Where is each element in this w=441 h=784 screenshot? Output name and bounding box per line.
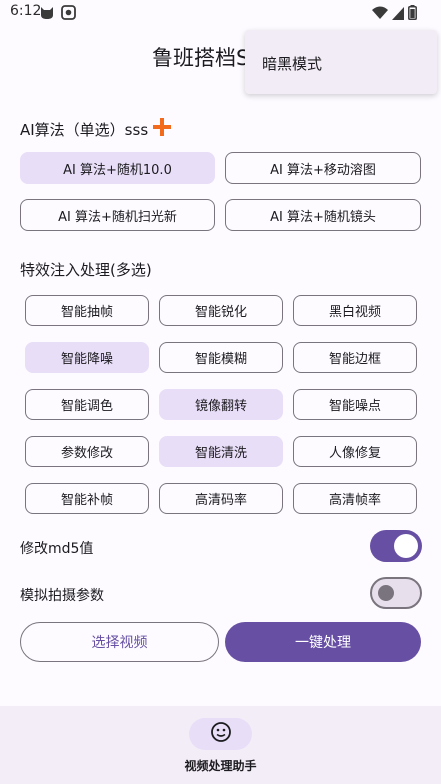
cat-icon (40, 5, 54, 24)
md5-toggle-switch[interactable] (370, 530, 422, 562)
effect-chip-sharpen[interactable]: 智能锐化 (159, 295, 283, 326)
ai-option-move-blend[interactable]: AI 算法+移动溶图 (225, 152, 421, 184)
capture-params-toggle-label: 模拟拍摄参数 (20, 588, 104, 604)
switch-knob (394, 534, 418, 558)
status-bar: 6:12 (0, 0, 441, 26)
smiley-icon (210, 721, 232, 747)
effect-chip-denoise[interactable]: 智能降噪 (25, 342, 149, 373)
switch-knob (378, 585, 394, 601)
nav-label: 视频处理助手 (184, 759, 257, 773)
nav-item-video-assistant[interactable] (189, 718, 252, 750)
md5-toggle-label: 修改md5值 (20, 541, 94, 557)
ai-section-title: AI算法（单选）sss (20, 117, 172, 141)
effect-chip-param-edit[interactable]: 参数修改 (25, 436, 149, 467)
menu-item-dark-mode[interactable]: 暗黑模式 (262, 53, 322, 74)
overflow-menu: 暗黑模式 (245, 30, 437, 94)
status-time: 6:12 (10, 3, 42, 19)
battery-icon (408, 5, 417, 24)
effect-chip-blur[interactable]: 智能模糊 (159, 342, 283, 373)
effect-chip-frame-interp[interactable]: 智能补帧 (25, 483, 149, 514)
effect-chip-black-white[interactable]: 黑白视频 (293, 295, 417, 326)
wifi-icon (372, 5, 388, 24)
ai-option-random-10[interactable]: AI 算法+随机10.0 (20, 152, 215, 184)
ai-section-title-text: AI算法（单选）sss (20, 120, 149, 139)
page-title: 鲁班搭档S (152, 46, 250, 70)
signal-icon (392, 5, 404, 24)
status-right (372, 5, 417, 24)
effect-chip-hd-bitrate[interactable]: 高清码率 (159, 483, 283, 514)
bottom-nav: 视频处理助手 (0, 706, 441, 784)
capture-params-toggle-switch[interactable] (370, 577, 422, 609)
effect-chip-border[interactable]: 智能边框 (293, 342, 417, 373)
effect-chip-frame-extract[interactable]: 智能抽帧 (25, 295, 149, 326)
effect-chip-hd-framerate[interactable]: 高清帧率 (293, 483, 417, 514)
effect-chip-portrait-repair[interactable]: 人像修复 (293, 436, 417, 467)
effect-chip-clean[interactable]: 智能清洗 (159, 436, 283, 467)
badge-icon (61, 5, 76, 24)
process-button[interactable]: 一键处理 (225, 622, 421, 662)
effect-chip-mirror-flip[interactable]: 镜像翻转 (159, 389, 283, 420)
effect-chip-noise[interactable]: 智能噪点 (293, 389, 417, 420)
ai-option-random-scan[interactable]: AI 算法+随机扫光新 (20, 199, 215, 231)
effects-section-title: 特效注入处理(多选) (20, 261, 152, 279)
ai-option-random-lens[interactable]: AI 算法+随机镜头 (225, 199, 421, 231)
select-video-button[interactable]: 选择视频 (20, 622, 219, 662)
effect-chip-color-grade[interactable]: 智能调色 (25, 389, 149, 420)
plus-icon[interactable] (152, 117, 172, 141)
